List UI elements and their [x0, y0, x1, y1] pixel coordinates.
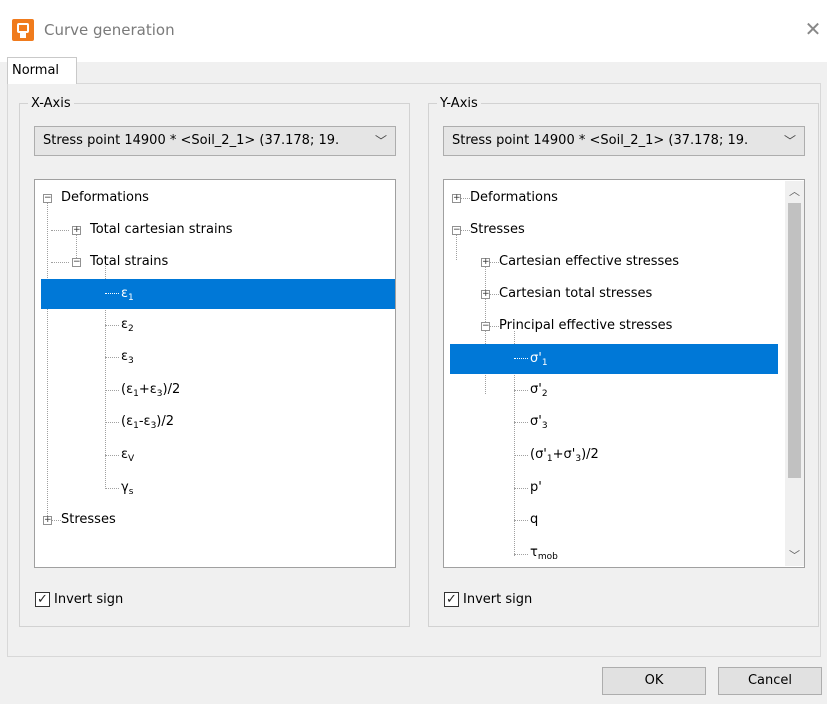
checkbox-checked-icon[interactable]: ✓ [444, 592, 459, 607]
chevron-down-icon: ﹀ [783, 134, 796, 148]
tree-item-deformations[interactable]: − Deformations [43, 184, 149, 212]
tree-item-epsilon-avg[interactable]: (ε1+ε3)/2 [121, 376, 180, 404]
tree-item-tau-mob[interactable]: τmob [530, 539, 558, 567]
x-axis-stress-point-select[interactable]: Stress point 14900 * <Soil_2_1> (37.178;… [34, 126, 396, 156]
collapse-icon[interactable]: − [43, 194, 52, 203]
tree-item-total-cartesian-strains[interactable]: + Total cartesian strains [72, 216, 233, 244]
tree-item-stresses[interactable]: + Stresses [43, 506, 116, 534]
x-axis-invert-sign[interactable]: ✓ Invert sign [35, 591, 123, 609]
expand-icon[interactable]: + [481, 258, 490, 267]
tree-item-sigma-avg[interactable]: (σ'1+σ'3)/2 [530, 441, 599, 469]
app-icon [12, 19, 34, 41]
expand-icon[interactable]: + [452, 194, 461, 203]
chevron-down-icon: ﹀ [374, 134, 387, 148]
vertical-scrollbar[interactable]: ︿ ﹀ [785, 181, 804, 566]
expand-icon[interactable]: + [481, 290, 490, 299]
y-axis-select-value: Stress point 14900 * <Soil_2_1> (37.178;… [452, 133, 749, 148]
checkbox-checked-icon[interactable]: ✓ [35, 592, 50, 607]
tree-item-epsilon-1[interactable]: ε1 [41, 279, 395, 309]
tree-item-total-strains[interactable]: − Total strains [72, 248, 168, 276]
tree-item-q[interactable]: q [530, 506, 538, 534]
scroll-down-icon[interactable]: ﹀ [786, 547, 803, 564]
x-axis-tree[interactable]: − Deformations + Total cartesian strains… [34, 179, 396, 568]
y-axis-legend: Y-Axis [437, 96, 481, 111]
close-icon[interactable]: ✕ [801, 17, 825, 41]
tree-item-sigma-3[interactable]: σ'3 [530, 408, 548, 436]
collapse-icon[interactable]: − [481, 322, 490, 331]
tree-item-epsilon-v[interactable]: εV [121, 441, 134, 469]
expand-icon[interactable]: + [72, 226, 81, 235]
tree-item-epsilon-2[interactable]: ε2 [121, 311, 134, 339]
tree-item-deformations[interactable]: + Deformations [452, 184, 558, 212]
scrollbar-thumb[interactable] [788, 203, 801, 478]
tree-item-epsilon-3[interactable]: ε3 [121, 343, 134, 371]
tree-item-sigma-1[interactable]: σ'1 [450, 344, 778, 374]
tree-item-epsilon-diff[interactable]: (ε1-ε3)/2 [121, 408, 174, 436]
tree-item-cartesian-total-stresses[interactable]: + Cartesian total stresses [481, 280, 652, 308]
tree-item-gamma-s[interactable]: γs [121, 474, 133, 502]
y-axis-tree[interactable]: + Deformations − Stresses + Cartesian ef… [443, 179, 805, 568]
scroll-up-icon[interactable]: ︿ [786, 183, 803, 200]
expand-icon[interactable]: + [43, 516, 52, 525]
tree-item-stresses[interactable]: − Stresses [452, 216, 525, 244]
window-title: Curve generation [44, 21, 175, 39]
tree-item-p-prime[interactable]: p' [530, 474, 542, 502]
y-axis-stress-point-select[interactable]: Stress point 14900 * <Soil_2_1> (37.178;… [443, 126, 805, 156]
tab-normal[interactable]: Normal [7, 57, 77, 84]
collapse-icon[interactable]: − [72, 258, 81, 267]
tree-item-cartesian-effective-stresses[interactable]: + Cartesian effective stresses [481, 248, 679, 276]
collapse-icon[interactable]: − [452, 226, 461, 235]
tree-item-sigma-2[interactable]: σ'2 [530, 376, 548, 404]
ok-button[interactable]: OK [602, 667, 706, 695]
x-axis-select-value: Stress point 14900 * <Soil_2_1> (37.178;… [43, 133, 340, 148]
tree-item-principal-effective-stresses[interactable]: − Principal effective stresses [481, 312, 672, 340]
cancel-button[interactable]: Cancel [718, 667, 822, 695]
y-axis-invert-sign[interactable]: ✓ Invert sign [444, 591, 532, 609]
x-axis-legend: X-Axis [28, 96, 74, 111]
